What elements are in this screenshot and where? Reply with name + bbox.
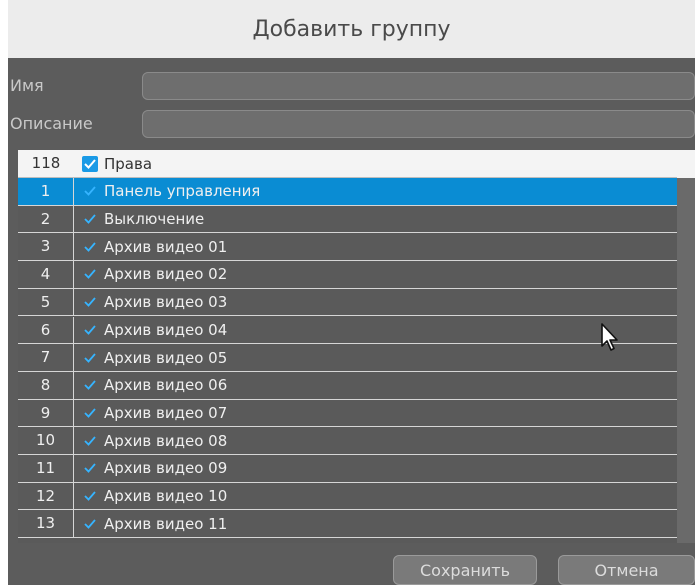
row-number: 8 bbox=[18, 371, 74, 399]
right-checkbox[interactable] bbox=[82, 294, 98, 310]
rights-row[interactable]: 1 Панель управления bbox=[18, 178, 677, 206]
right-label: Архив видео 10 bbox=[104, 487, 228, 506]
right-checkbox[interactable] bbox=[82, 350, 98, 366]
right-checkbox[interactable] bbox=[82, 239, 98, 255]
description-row: Описание bbox=[8, 108, 695, 142]
right-label: Архив видео 03 bbox=[104, 293, 228, 312]
checkmark-icon bbox=[84, 519, 96, 529]
rights-row[interactable]: 4 Архив видео 02 bbox=[18, 261, 677, 289]
checkmark-icon bbox=[84, 491, 96, 501]
row-number: 1 bbox=[18, 178, 74, 205]
checkmark-icon bbox=[84, 242, 96, 252]
right-label: Выключение bbox=[104, 210, 205, 229]
cancel-button[interactable]: Отмена bbox=[558, 555, 695, 585]
save-button[interactable]: Сохранить bbox=[393, 555, 537, 585]
right-checkbox[interactable] bbox=[82, 433, 98, 449]
rights-header: 118 Права bbox=[18, 150, 677, 178]
checkmark-icon bbox=[84, 408, 96, 418]
right-label: Архив видео 11 bbox=[104, 514, 228, 533]
rights-scrollbar[interactable] bbox=[677, 150, 695, 543]
right-label: Архив видео 08 bbox=[104, 431, 228, 450]
rights-row[interactable]: 9 Архив видео 07 bbox=[18, 399, 677, 428]
checkmark-icon bbox=[84, 269, 96, 280]
rights-row[interactable]: 13 Архив видео 11 bbox=[18, 510, 677, 539]
rights-row[interactable]: 3 Архив видео 01 bbox=[18, 233, 677, 262]
row-number: 10 bbox=[18, 427, 74, 454]
rights-header-label: Права bbox=[104, 154, 153, 173]
rights-row[interactable]: 12 Архив видео 10 bbox=[18, 482, 677, 511]
right-label: Архив видео 09 bbox=[104, 459, 228, 478]
right-checkbox[interactable] bbox=[82, 183, 98, 199]
checkmark-icon bbox=[84, 352, 96, 363]
right-checkbox[interactable] bbox=[82, 266, 98, 282]
right-label: Архив видео 07 bbox=[104, 403, 228, 422]
right-checkbox[interactable] bbox=[82, 211, 98, 227]
right-label: Архив видео 05 bbox=[104, 348, 228, 367]
checkmark-icon bbox=[84, 158, 96, 169]
mouse-pointer-icon bbox=[601, 323, 618, 351]
name-input[interactable] bbox=[142, 72, 695, 100]
rights-row[interactable]: 2 Выключение bbox=[18, 205, 677, 234]
right-label: Архив видео 02 bbox=[104, 265, 228, 284]
row-number: 4 bbox=[18, 261, 74, 288]
right-label: Архив видео 06 bbox=[104, 376, 228, 395]
row-number: 9 bbox=[18, 399, 74, 427]
rights-row[interactable]: 6 Архив видео 04 bbox=[18, 316, 677, 345]
row-number: 6 bbox=[18, 316, 74, 344]
dialog-title: Добавить группу bbox=[8, 0, 695, 58]
row-number: 12 bbox=[18, 482, 74, 510]
checkmark-icon bbox=[84, 214, 96, 224]
right-label: Архив видео 04 bbox=[104, 320, 228, 339]
rights-row[interactable]: 5 Архив видео 03 bbox=[18, 288, 677, 317]
rights-list: 118 Права 1 Панель управления 2 Выключение 3… bbox=[18, 150, 695, 543]
checkmark-icon bbox=[84, 436, 96, 446]
row-number: 13 bbox=[18, 510, 74, 538]
rights-row[interactable]: 11 Архив видео 09 bbox=[18, 455, 677, 483]
row-number: 7 bbox=[18, 344, 74, 371]
rights-all-checkbox[interactable] bbox=[82, 155, 98, 172]
rights-row[interactable]: 10 Архив видео 08 bbox=[18, 427, 677, 455]
row-number: 3 bbox=[18, 233, 74, 261]
rights-count: 118 bbox=[31, 154, 61, 172]
right-checkbox[interactable] bbox=[82, 377, 98, 393]
rights-row[interactable]: 8 Архив видео 06 bbox=[18, 371, 677, 400]
scrollbar-thumb[interactable] bbox=[677, 150, 695, 178]
right-label: Панель управления bbox=[104, 182, 261, 201]
checkmark-icon bbox=[84, 297, 96, 307]
right-checkbox[interactable] bbox=[82, 460, 98, 476]
rights-row[interactable]: 7 Архив видео 05 bbox=[18, 344, 677, 372]
right-checkbox[interactable] bbox=[82, 488, 98, 504]
row-number: 5 bbox=[18, 288, 74, 316]
right-checkbox[interactable] bbox=[82, 322, 98, 338]
row-number: 2 bbox=[18, 205, 74, 233]
right-label: Архив видео 01 bbox=[104, 237, 228, 256]
name-label: Имя bbox=[10, 76, 44, 95]
description-input[interactable] bbox=[142, 110, 695, 138]
description-label: Описание bbox=[10, 114, 93, 133]
row-number: 11 bbox=[18, 455, 74, 482]
checkmark-icon bbox=[84, 325, 96, 335]
add-group-dialog: Добавить группу Имя Описание 118 Права 1… bbox=[8, 0, 695, 585]
name-row: Имя bbox=[8, 70, 695, 104]
right-checkbox[interactable] bbox=[82, 405, 98, 421]
right-checkbox[interactable] bbox=[82, 516, 98, 532]
checkmark-icon bbox=[84, 186, 96, 197]
checkmark-icon bbox=[84, 380, 96, 391]
checkmark-icon bbox=[84, 463, 96, 474]
